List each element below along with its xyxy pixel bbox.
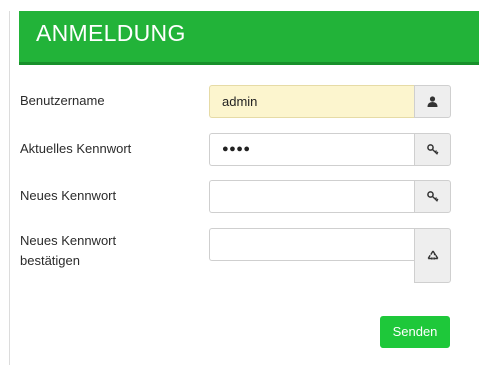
login-panel: ANMELDUNG Benutzername admin Aktuelles K… (10, 11, 479, 365)
current-password-addon (414, 133, 451, 166)
panel-header: ANMELDUNG (19, 11, 479, 65)
confirm-password-label: Neues Kennwort bestätigen (20, 231, 116, 271)
confirm-password-addon (414, 228, 451, 283)
new-password-group (209, 180, 451, 213)
page-title: ANMELDUNG (36, 20, 186, 46)
submit-button[interactable]: Senden (380, 316, 450, 348)
current-password-group: ●●●● (209, 133, 451, 166)
user-icon (427, 96, 438, 107)
recycle-icon (427, 250, 439, 262)
current-password-field[interactable]: ●●●● (209, 133, 414, 166)
key-icon (426, 144, 439, 155)
new-password-addon (414, 180, 451, 213)
username-field[interactable]: admin (209, 85, 414, 118)
username-addon (414, 85, 451, 118)
current-password-label: Aktuelles Kennwort (20, 141, 132, 156)
key-icon (426, 191, 439, 202)
confirm-password-label-line1: Neues Kennwort (20, 233, 117, 248)
confirm-password-label-line2: bestätigen (20, 253, 80, 268)
confirm-password-group (209, 228, 451, 283)
new-password-label: Neues Kennwort (20, 188, 117, 203)
confirm-password-field[interactable] (209, 228, 414, 261)
new-password-field[interactable] (209, 180, 414, 213)
username-group: admin (209, 85, 451, 118)
username-label: Benutzername (20, 93, 105, 108)
